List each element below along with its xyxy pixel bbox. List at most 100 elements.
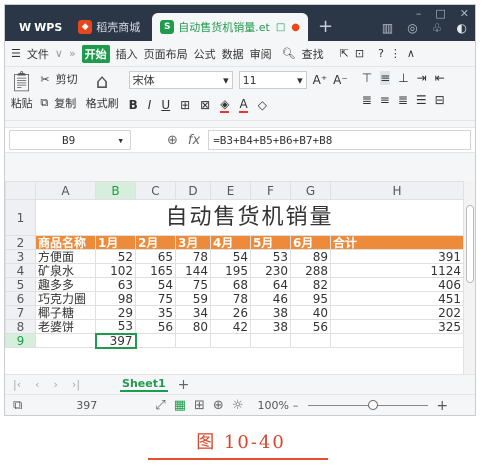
merge-cells-icon[interactable]: ⊟ xyxy=(435,93,445,107)
column-header[interactable]: A xyxy=(35,181,96,200)
align-middle-icon[interactable]: ≡ xyxy=(380,71,391,85)
header-cell[interactable]: 合计 xyxy=(330,235,464,250)
indent-icon[interactable]: ⇥ xyxy=(417,71,427,85)
zoom-slider-knob[interactable] xyxy=(368,400,379,410)
row-header[interactable]: 7 xyxy=(5,305,36,320)
value-cell[interactable]: 75 xyxy=(135,291,176,306)
fill-color-icon[interactable]: ⊠ xyxy=(200,98,210,112)
product-name-cell[interactable]: 趣多多 xyxy=(35,277,96,292)
header-cell[interactable]: 商品名称 xyxy=(35,235,96,250)
fit-view-icon[interactable]: ⤢ xyxy=(155,398,165,413)
column-header[interactable]: F xyxy=(250,181,291,200)
tab-document[interactable]: S 自动售货机销量.et □ ● xyxy=(152,13,309,41)
value-cell[interactable]: 54 xyxy=(135,277,176,292)
value-cell[interactable]: 40 xyxy=(290,305,331,320)
format-painter-button[interactable]: ⌂ 格式刷 xyxy=(86,71,119,111)
underline-icon[interactable]: U xyxy=(161,98,170,112)
align-bottom-icon[interactable]: ⊥ xyxy=(398,71,408,85)
value-cell[interactable]: 68 xyxy=(210,277,251,292)
row-header[interactable]: 5 xyxy=(5,277,36,292)
sheet-tab-sheet1[interactable]: Sheet1 xyxy=(120,377,168,392)
tab-docer-store[interactable]: ◆ 稻壳商城 xyxy=(70,13,148,41)
menu-review[interactable]: 审阅 xyxy=(250,46,272,62)
row-header[interactable]: 9 xyxy=(5,333,36,348)
new-tab-icon[interactable]: + xyxy=(318,16,333,37)
value-cell[interactable]: 78 xyxy=(210,291,251,306)
column-header[interactable]: D xyxy=(175,181,211,200)
value-cell[interactable]: 80 xyxy=(175,319,211,334)
menu-formula[interactable]: 公式 xyxy=(194,46,216,62)
empty-cell[interactable] xyxy=(250,333,291,348)
menu-more[interactable]: » xyxy=(69,47,76,60)
value-cell[interactable]: 165 xyxy=(135,263,176,278)
name-box[interactable]: B9 ▾ xyxy=(9,130,131,150)
menu-insert[interactable]: 插入 xyxy=(116,46,138,62)
tab-pin-icon[interactable]: □ xyxy=(276,22,285,33)
menu-start[interactable]: 开始 xyxy=(81,44,110,63)
close-window-icon[interactable]: ✕ xyxy=(460,7,469,20)
value-cell[interactable]: 64 xyxy=(250,277,291,292)
value-cell[interactable]: 42 xyxy=(210,319,251,334)
justify-icon[interactable]: ☰ xyxy=(416,93,427,107)
value-cell[interactable]: 56 xyxy=(290,319,331,334)
total-cell[interactable]: 1124 xyxy=(330,263,464,278)
value-cell[interactable]: 53 xyxy=(250,249,291,264)
value-cell[interactable]: 63 xyxy=(95,277,136,292)
first-sheet-icon[interactable]: |‹ xyxy=(13,378,21,391)
share-icon[interactable]: ⇱ xyxy=(340,47,349,60)
empty-cell[interactable] xyxy=(175,333,211,348)
product-name-cell[interactable]: 巧克力圈 xyxy=(35,291,96,306)
align-right-icon[interactable]: ≣ xyxy=(398,93,408,107)
menu-data[interactable]: 数据 xyxy=(222,46,244,62)
vertical-scrollbar[interactable] xyxy=(463,181,475,374)
normal-view-icon[interactable]: ▦ xyxy=(174,398,186,413)
total-cell[interactable]: 406 xyxy=(330,277,464,292)
prev-sheet-icon[interactable]: ‹ xyxy=(35,378,39,391)
value-cell[interactable]: 26 xyxy=(210,305,251,320)
more-menu-icon[interactable]: ⋮ xyxy=(390,47,401,60)
font-size-select[interactable]: 11 ▾ xyxy=(238,71,307,89)
zoom-level[interactable]: 100% xyxy=(257,399,288,412)
fx-icon[interactable]: fx xyxy=(188,133,200,148)
empty-cell[interactable] xyxy=(35,333,96,348)
align-left-icon[interactable]: ≣ xyxy=(362,93,372,107)
value-cell[interactable]: 78 xyxy=(175,249,211,264)
product-name-cell[interactable]: 老婆饼 xyxy=(35,319,96,334)
value-cell[interactable]: 56 xyxy=(135,319,176,334)
collapse-ribbon-icon[interactable]: ∧ xyxy=(407,47,415,60)
value-cell[interactable]: 34 xyxy=(175,305,211,320)
value-cell[interactable]: 35 xyxy=(135,305,176,320)
total-cell[interactable]: 391 xyxy=(330,249,464,264)
value-cell[interactable]: 54 xyxy=(210,249,251,264)
chevron-down-icon[interactable]: ∨ xyxy=(55,47,63,60)
header-cell[interactable]: 1月 xyxy=(95,235,136,250)
value-cell[interactable]: 46 xyxy=(250,291,291,306)
avatar-icon[interactable]: ◐ xyxy=(457,21,467,35)
header-cell[interactable]: 6月 xyxy=(290,235,331,250)
value-cell[interactable]: 195 xyxy=(210,263,251,278)
product-name-cell[interactable]: 椰子糖 xyxy=(35,305,96,320)
decrease-font-icon[interactable]: A⁻ xyxy=(333,73,348,87)
row-header[interactable]: 1 xyxy=(5,199,36,236)
bold-icon[interactable]: B xyxy=(129,98,138,112)
collapse-icon[interactable]: ⊡ xyxy=(355,47,364,60)
zoom-slider[interactable] xyxy=(308,400,429,410)
next-sheet-icon[interactable]: › xyxy=(54,378,58,391)
page-break-icon[interactable]: ⊞ xyxy=(194,398,205,413)
menu-file[interactable]: 文件 xyxy=(27,46,49,62)
formula-input[interactable]: =B3+B4+B5+B6+B7+B8 xyxy=(208,130,471,150)
row-header[interactable]: 2 xyxy=(5,235,36,250)
value-cell[interactable]: 53 xyxy=(95,319,136,334)
value-cell[interactable]: 75 xyxy=(175,277,211,292)
value-cell[interactable]: 144 xyxy=(175,263,211,278)
row-header[interactable]: 6 xyxy=(5,291,36,306)
header-cell[interactable]: 5月 xyxy=(250,235,291,250)
border-icon[interactable]: ⊞ xyxy=(180,98,190,112)
row-header[interactable]: 4 xyxy=(5,263,36,278)
column-header[interactable]: C xyxy=(135,181,176,200)
value-cell[interactable]: 98 xyxy=(95,291,136,306)
last-sheet-icon[interactable]: ›| xyxy=(72,378,80,391)
clear-format-icon[interactable]: ◇ xyxy=(258,98,267,112)
column-header[interactable]: H xyxy=(330,181,464,200)
value-cell[interactable]: 82 xyxy=(290,277,331,292)
